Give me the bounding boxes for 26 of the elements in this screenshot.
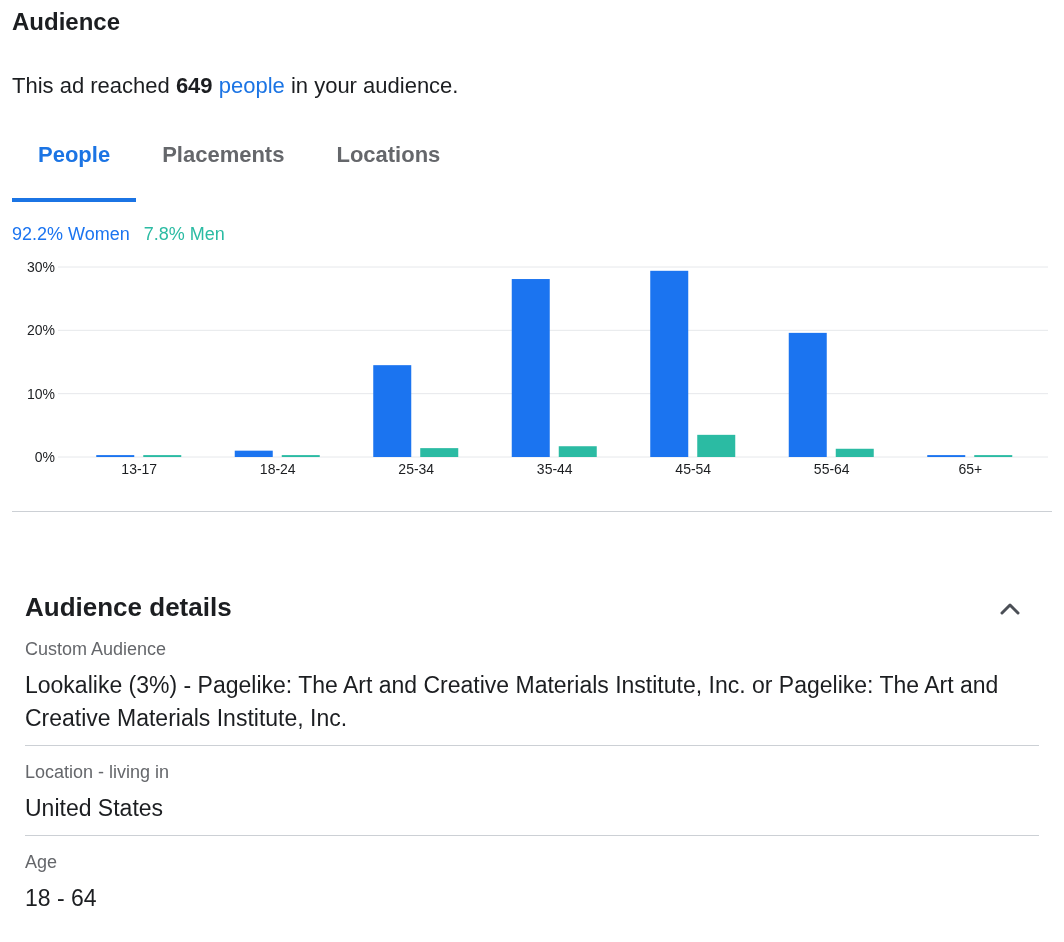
detail-label: Custom Audience bbox=[25, 638, 168, 661]
detail-value: 18 - 64 bbox=[25, 884, 98, 913]
x-tick-label: 65+ bbox=[958, 461, 983, 477]
reach-summary: This ad reached 649 people in your audience. bbox=[12, 72, 460, 100]
y-tick-label: 20% bbox=[26, 322, 55, 339]
tab[interactable]: People bbox=[12, 130, 137, 202]
x-tick-label: 35-44 bbox=[536, 461, 573, 477]
people-link[interactable]: people bbox=[218, 73, 285, 98]
x-tick-label: 55-64 bbox=[813, 461, 850, 477]
section-title: Audience bbox=[12, 7, 122, 36]
x-tick-label: 18-24 bbox=[259, 461, 296, 477]
x-tick-label: 45-54 bbox=[675, 461, 712, 477]
detail-value: United States bbox=[25, 794, 165, 823]
x-tick-label: 13-17 bbox=[121, 461, 158, 477]
details-title: Audience details bbox=[25, 592, 232, 623]
y-tick-label: 0% bbox=[34, 449, 55, 465]
y-tick-label: 10% bbox=[26, 385, 55, 402]
detail-value: Lookalike (3%) - Pagelike: The Art and Creative Materials Institute, Inc. or Pagelike: The Art and Creative Materials Institute, Inc. bbox=[25, 671, 1000, 733]
detail-label: Location - living in bbox=[25, 761, 171, 784]
y-tick-label: 30% bbox=[26, 259, 55, 275]
detail-label: Age bbox=[25, 851, 59, 874]
tab[interactable]: Placements bbox=[136, 130, 311, 202]
x-tick-label: 25-34 bbox=[398, 461, 435, 477]
tab[interactable]: Locations bbox=[310, 130, 467, 202]
legend-label: 92.2% Women bbox=[12, 224, 130, 245]
legend-label: 7.8% Men bbox=[143, 224, 225, 245]
